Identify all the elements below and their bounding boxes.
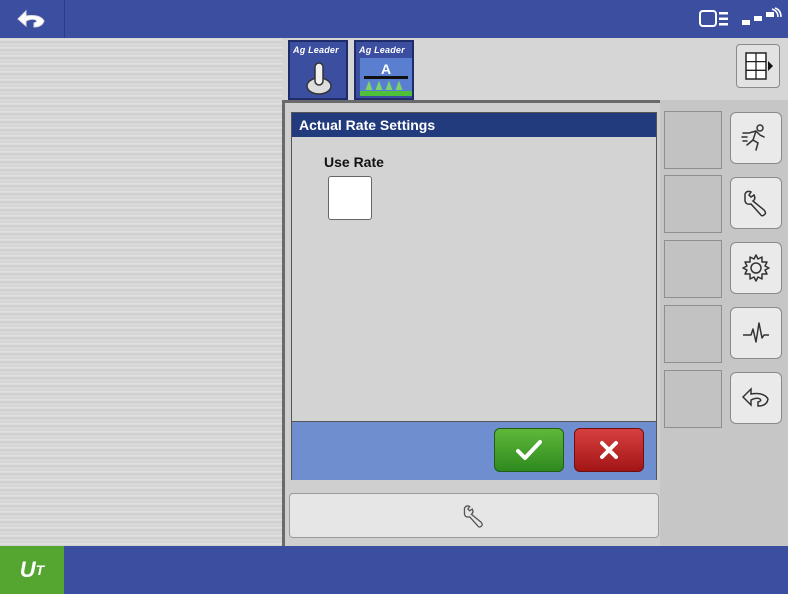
back-arrow-icon [741, 387, 769, 407]
back-side-button[interactable] [730, 372, 782, 424]
top-bar [0, 0, 788, 38]
display-icon[interactable] [698, 8, 730, 30]
setup-wrench-button[interactable] [289, 493, 659, 538]
wrench-icon [463, 504, 483, 528]
wrench-icon [744, 190, 767, 217]
empty-slot [664, 111, 722, 169]
layout-button[interactable] [736, 44, 780, 88]
gps-signal-icon[interactable] [738, 7, 782, 31]
settings-button[interactable] [730, 242, 782, 294]
tab-logo: Ag Leader [359, 45, 405, 55]
tab-logo: Ag Leader [293, 45, 339, 55]
ut-sub-label: T [35, 562, 45, 578]
left-pane [0, 38, 282, 546]
back-button[interactable] [0, 0, 65, 38]
svg-text:A: A [381, 61, 391, 77]
diagnostics-pulse-icon [743, 322, 769, 343]
tab-implement-control[interactable]: Ag Leader [288, 40, 348, 100]
x-icon [600, 441, 618, 459]
empty-slot [664, 175, 722, 233]
ok-button[interactable] [494, 428, 564, 472]
empty-slot [664, 370, 722, 428]
operate-button[interactable] [730, 112, 782, 164]
checkmark-icon [516, 440, 542, 460]
bottom-bar [0, 546, 788, 594]
sprayer-boom-icon: A [360, 58, 412, 96]
gear-icon [742, 254, 770, 282]
cancel-button[interactable] [574, 428, 644, 472]
layout-grid-icon [745, 52, 773, 80]
setup-button[interactable] [730, 177, 782, 229]
use-rate-checkbox[interactable] [328, 176, 372, 220]
dialog-footer [292, 421, 656, 480]
joystick-icon [306, 62, 332, 95]
universal-terminal-button[interactable]: UT [0, 546, 64, 594]
actual-rate-settings-dialog: Actual Rate Settings Use Rate [291, 112, 657, 480]
ut-label: U [19, 557, 36, 582]
empty-slot [664, 305, 722, 363]
dialog-title: Actual Rate Settings [292, 113, 656, 137]
empty-slot [664, 240, 722, 298]
tab-sprayer[interactable]: Ag Leader A [354, 40, 414, 100]
status-icons [698, 4, 782, 34]
use-rate-label: Use Rate [324, 154, 384, 170]
running-person-icon [741, 124, 765, 151]
back-arrow-icon [17, 9, 45, 28]
diagnostics-button[interactable] [730, 307, 782, 359]
